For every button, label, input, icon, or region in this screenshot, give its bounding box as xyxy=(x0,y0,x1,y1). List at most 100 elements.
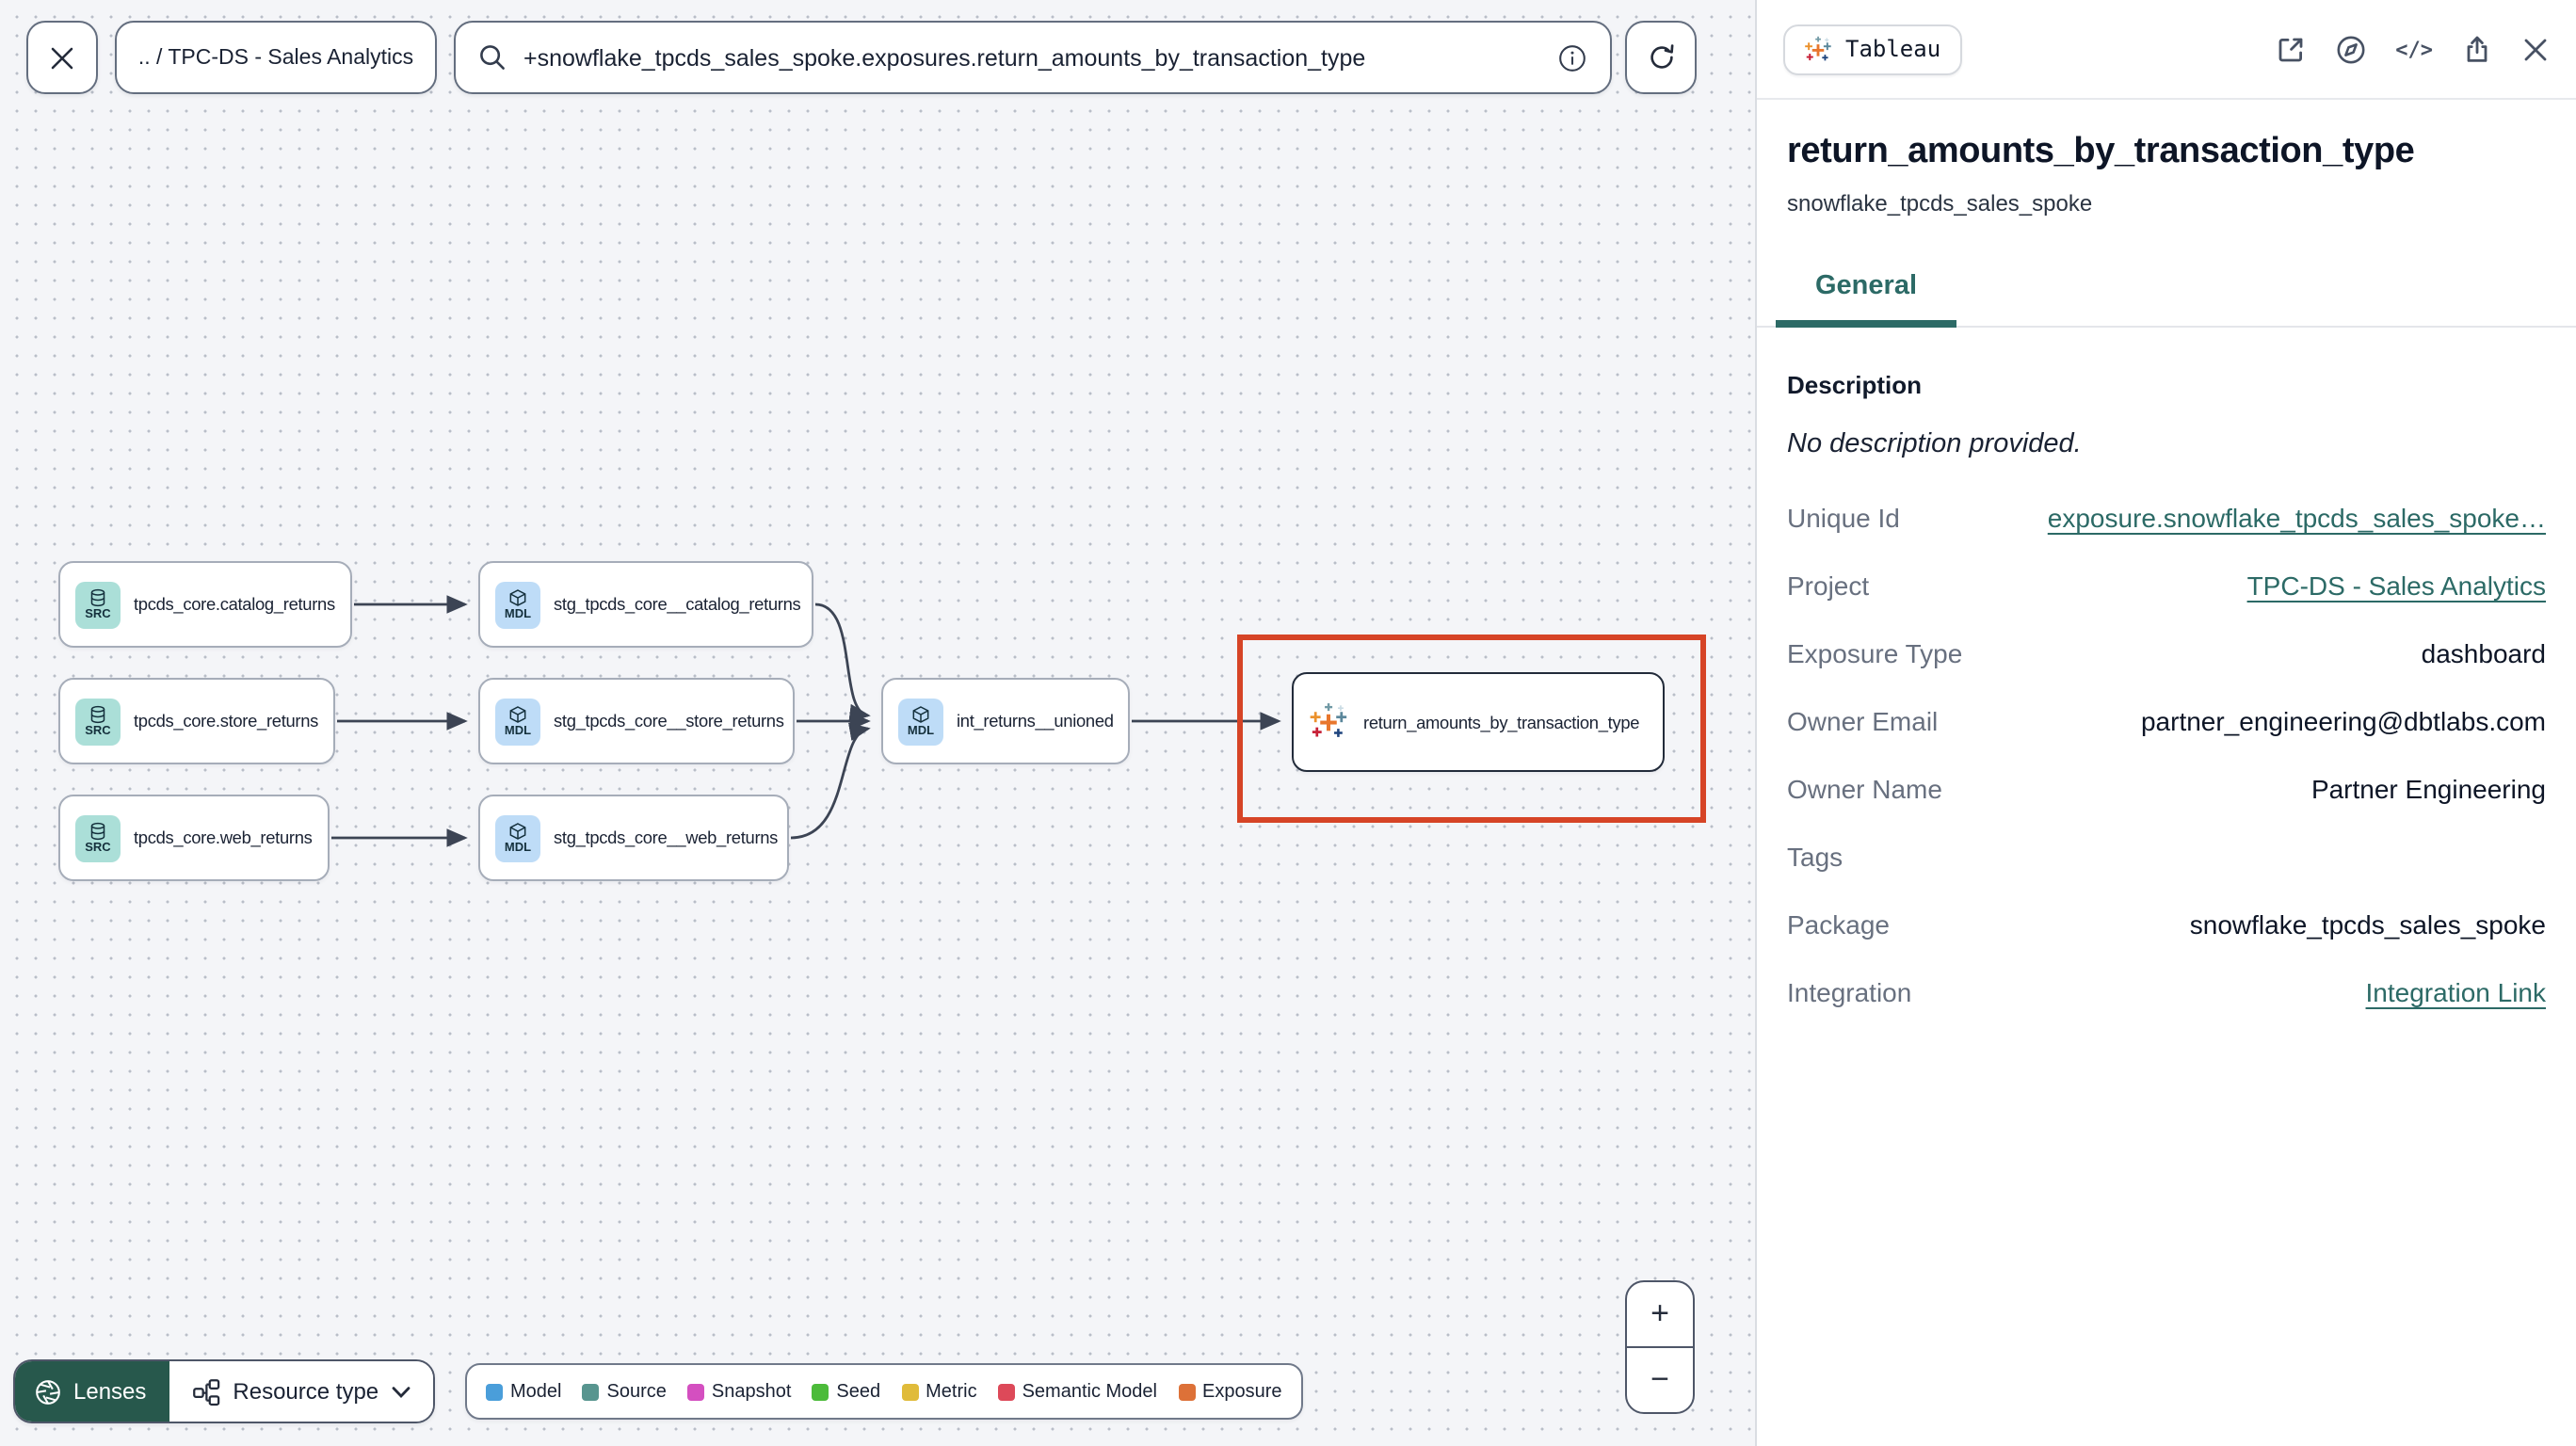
tableau-icon xyxy=(1805,35,1831,60)
close-lineage-button[interactable] xyxy=(26,21,98,94)
project-link[interactable]: TPC-DS - Sales Analytics xyxy=(2247,570,2546,601)
search-bar[interactable] xyxy=(454,21,1612,94)
node-exposure-return-amounts[interactable]: return_amounts_by_transaction_type xyxy=(1292,672,1665,772)
open-external-button[interactable] xyxy=(2275,33,2307,65)
detail-row-exposure-type: Exposure Type dashboard xyxy=(1787,619,2546,687)
legend-swatch xyxy=(1178,1383,1195,1400)
integration-link[interactable]: Integration Link xyxy=(2366,977,2546,1007)
detail-row-tags: Tags xyxy=(1787,823,2546,891)
lenses-label: Lenses xyxy=(73,1378,147,1405)
source-icon: SRC xyxy=(75,814,121,861)
node-type-badge: MDL xyxy=(907,724,935,738)
node-source-store-returns[interactable]: SRC tpcds_core.store_returns xyxy=(58,678,335,764)
node-model-stg-catalog-returns[interactable]: MDL stg_tpcds_core__catalog_returns xyxy=(478,561,813,648)
close-icon xyxy=(51,46,73,69)
resource-type-label: Resource type xyxy=(233,1378,379,1405)
lenses-button[interactable]: Lenses xyxy=(15,1361,169,1422)
detail-label: Owner Email xyxy=(1787,706,1939,736)
node-source-web-returns[interactable]: SRC tpcds_core.web_returns xyxy=(58,795,330,881)
detail-row-unique-id: Unique Id exposure.snowflake_tpcds_sales… xyxy=(1787,484,2546,552)
model-icon: MDL xyxy=(898,698,943,745)
breadcrumb[interactable]: .. / TPC-DS - Sales Analytics xyxy=(115,21,437,94)
search-input[interactable] xyxy=(523,44,1540,71)
database-icon xyxy=(90,822,105,840)
database-icon xyxy=(90,588,105,606)
close-panel-button[interactable] xyxy=(2521,35,2550,63)
resource-type-button[interactable]: Resource type xyxy=(169,1361,434,1422)
detail-row-owner-email: Owner Email partner_engineering@dbtlabs.… xyxy=(1787,687,2546,755)
node-label: stg_tpcds_core__catalog_returns xyxy=(554,595,801,614)
share-icon xyxy=(2467,35,2487,61)
detail-label: Exposure Type xyxy=(1787,638,1963,668)
node-model-stg-store-returns[interactable]: MDL stg_tpcds_core__store_returns xyxy=(478,678,795,764)
legend-label: Model xyxy=(510,1381,562,1402)
tab-general[interactable]: General xyxy=(1776,271,1956,328)
detail-value: Partner Engineering xyxy=(2310,774,2546,804)
detail-label: Integration xyxy=(1787,977,1912,1007)
node-model-stg-web-returns[interactable]: MDL stg_tpcds_core__web_returns xyxy=(478,795,789,881)
node-label: stg_tpcds_core__store_returns xyxy=(554,712,784,731)
description-empty-text: No description provided. xyxy=(1787,429,2082,459)
refresh-button[interactable] xyxy=(1625,21,1697,94)
unique-id-link[interactable]: exposure.snowflake_tpcds_sales_spoke… xyxy=(2048,503,2546,533)
legend-swatch xyxy=(486,1383,503,1400)
database-icon xyxy=(90,705,105,723)
zoom-in-button[interactable]: + xyxy=(1627,1282,1693,1346)
legend-swatch xyxy=(582,1383,600,1400)
share-button[interactable] xyxy=(2461,33,2493,65)
info-icon[interactable] xyxy=(1557,42,1587,72)
node-type-badge: MDL xyxy=(504,607,532,621)
cube-icon xyxy=(509,588,526,606)
legend-label: Snapshot xyxy=(711,1381,792,1402)
panel-tabs: General xyxy=(1757,271,2576,328)
badge-label: Tableau xyxy=(1845,36,1941,62)
detail-rows: Unique Id exposure.snowflake_tpcds_sales… xyxy=(1787,484,2546,1026)
legend-item: Semantic Model xyxy=(997,1381,1157,1402)
legend-label: Source xyxy=(606,1381,667,1402)
minus-icon: − xyxy=(1650,1361,1669,1397)
package-subtitle: snowflake_tpcds_sales_spoke xyxy=(1787,190,2093,217)
node-type-badge: SRC xyxy=(85,607,111,621)
node-model-int-returns-unioned[interactable]: MDL int_returns__unioned xyxy=(881,678,1130,764)
node-type-badge: SRC xyxy=(85,724,111,738)
node-label: int_returns__unioned xyxy=(957,712,1114,731)
node-type-badge: MDL xyxy=(504,841,532,855)
detail-value: snowflake_tpcds_sales_spoke xyxy=(2189,909,2546,940)
node-type-badge: MDL xyxy=(504,724,532,738)
detail-row-package: Package snowflake_tpcds_sales_spoke xyxy=(1787,891,2546,958)
legend-label: Metric xyxy=(926,1381,977,1402)
cube-icon xyxy=(912,705,929,723)
node-label: stg_tpcds_core__web_returns xyxy=(554,828,779,847)
cube-icon xyxy=(509,705,526,723)
detail-label: Unique Id xyxy=(1787,503,1900,533)
legend-swatch xyxy=(686,1383,704,1400)
lineage-canvas[interactable]: SRC tpcds_core.catalog_returns SRC tpcds… xyxy=(0,0,1755,1446)
sitemap-icon xyxy=(192,1378,219,1406)
node-label: tpcds_core.store_returns xyxy=(134,712,319,731)
legend-swatch xyxy=(997,1383,1015,1400)
zoom-control: + − xyxy=(1625,1280,1695,1414)
legend-swatch xyxy=(901,1383,919,1400)
detail-label: Package xyxy=(1787,909,1890,940)
lenses-resource-control: Lenses Resource type xyxy=(13,1359,436,1423)
panel-header-icons: </> xyxy=(2275,33,2550,65)
external-link-icon xyxy=(2278,37,2303,61)
legend-swatch xyxy=(812,1383,829,1400)
detail-label: Owner Name xyxy=(1787,774,1942,804)
legend-label: Exposure xyxy=(1202,1381,1282,1402)
zoom-out-button[interactable]: − xyxy=(1627,1346,1693,1412)
resource-legend: Model Source Snapshot Seed Metric Semant… xyxy=(465,1363,1303,1420)
node-label: tpcds_core.web_returns xyxy=(134,828,313,847)
explore-button[interactable] xyxy=(2335,33,2367,65)
tableau-badge[interactable]: Tableau xyxy=(1783,24,1962,74)
node-label: tpcds_core.catalog_returns xyxy=(134,595,335,614)
code-button[interactable]: </> xyxy=(2395,37,2433,61)
legend-item: Model xyxy=(486,1381,562,1402)
plus-icon: + xyxy=(1650,1295,1669,1331)
legend-item: Seed xyxy=(812,1381,880,1402)
model-icon: MDL xyxy=(495,581,540,628)
node-label: return_amounts_by_transaction_type xyxy=(1363,713,1640,731)
node-source-catalog-returns[interactable]: SRC tpcds_core.catalog_returns xyxy=(58,561,352,648)
detail-value: dashboard xyxy=(2421,638,2546,668)
detail-label: Tags xyxy=(1787,842,1843,872)
